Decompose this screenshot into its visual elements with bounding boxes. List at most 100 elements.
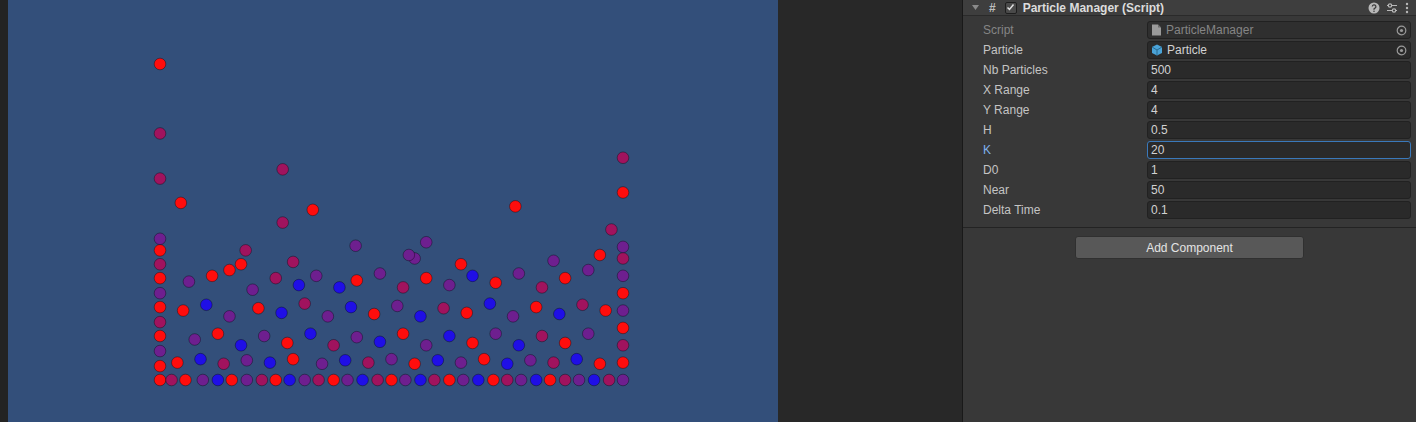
particle: [444, 330, 456, 342]
inspector: #Particle Manager (Script)ScriptParticle…: [963, 0, 1416, 422]
particle: [588, 374, 600, 386]
particle: [287, 256, 299, 268]
particle: [457, 374, 469, 386]
particle: [386, 374, 398, 386]
particle: [299, 298, 311, 310]
particle: [467, 337, 479, 349]
number-field[interactable]: 20: [1147, 141, 1411, 159]
field-value: 0.1: [1151, 202, 1407, 218]
particle: [374, 268, 386, 280]
particle: [241, 355, 253, 367]
add-component-row: Add Component: [963, 228, 1416, 259]
separator: [963, 227, 1416, 228]
particle: [603, 374, 615, 386]
particle: [253, 302, 265, 314]
particle: [559, 337, 571, 349]
number-field[interactable]: 4: [1147, 101, 1411, 119]
expand-triangle-icon[interactable]: [971, 3, 980, 12]
field-value: 0.5: [1151, 122, 1407, 138]
script-file-icon: [1151, 24, 1162, 36]
field-value: 4: [1151, 102, 1407, 118]
number-field[interactable]: 4: [1147, 81, 1411, 99]
particle: [515, 374, 527, 386]
particle: [573, 374, 585, 386]
particle: [154, 360, 166, 372]
number-field[interactable]: 50: [1147, 181, 1411, 199]
field-list: ScriptParticleManagerParticleParticleNb …: [963, 16, 1416, 220]
particle: [536, 330, 548, 342]
object-picker-icon[interactable]: [1396, 25, 1407, 36]
particle: [582, 264, 594, 276]
particle: [455, 258, 467, 270]
particle: [183, 276, 195, 288]
particle: [334, 282, 346, 294]
number-field[interactable]: 1: [1147, 161, 1411, 179]
particle: [195, 353, 207, 365]
particle: [397, 328, 409, 340]
particle: [507, 311, 519, 323]
particle-canvas: [8, 0, 778, 422]
particle: [530, 301, 542, 313]
particle: [270, 374, 282, 386]
particle: [617, 270, 629, 282]
field-value: 4: [1151, 82, 1407, 98]
particle: [316, 358, 328, 370]
number-field[interactable]: 0.5: [1147, 121, 1411, 139]
particle: [438, 302, 450, 314]
particle: [617, 287, 629, 299]
particle: [277, 217, 289, 229]
particle: [488, 374, 500, 386]
particle: [606, 224, 618, 236]
enabled-checkbox[interactable]: [1005, 2, 1017, 14]
particle: [444, 374, 456, 386]
particle: [391, 300, 403, 312]
particle: [224, 264, 236, 276]
game-view-edge: [0, 0, 8, 422]
particle: [154, 316, 166, 328]
inspector-row: Nb Particles500: [963, 60, 1416, 80]
particle: [409, 358, 421, 370]
field-label: K: [983, 141, 1147, 159]
particle: [256, 374, 268, 386]
particle: [276, 307, 288, 319]
particle: [154, 173, 166, 185]
particle: [510, 201, 522, 213]
field-label: D0: [983, 161, 1147, 179]
particle: [177, 305, 189, 317]
help-icon[interactable]: [1368, 2, 1380, 14]
add-component-button[interactable]: Add Component: [1075, 236, 1304, 259]
particle: [501, 374, 513, 386]
particle: [270, 272, 282, 284]
particle: [287, 353, 299, 365]
particle: [175, 197, 187, 209]
particle: [461, 307, 473, 319]
object-picker-icon[interactable]: [1396, 45, 1407, 56]
particle: [530, 374, 542, 386]
inspector-row: Delta Time0.1: [963, 200, 1416, 220]
inspector-row: Y Range4: [963, 100, 1416, 120]
more-menu-icon[interactable]: [1404, 2, 1410, 14]
particle: [525, 355, 537, 367]
particle: [368, 308, 380, 320]
field-value: 20: [1151, 142, 1407, 158]
component-header[interactable]: #Particle Manager (Script): [963, 0, 1416, 16]
particle: [617, 152, 629, 164]
particle: [467, 270, 479, 282]
component-title: Particle Manager (Script): [1023, 1, 1362, 15]
particle: [154, 58, 166, 70]
number-field[interactable]: 0.1: [1147, 201, 1411, 219]
prefab-cube-icon: [1151, 44, 1163, 56]
preset-icon[interactable]: [1386, 2, 1398, 14]
particle: [189, 334, 201, 346]
field-label: Y Range: [983, 101, 1147, 119]
field-label: Nb Particles: [983, 61, 1147, 79]
particle: [554, 308, 566, 320]
particle: [571, 353, 583, 365]
particle: [617, 374, 629, 386]
object-field[interactable]: Particle: [1147, 41, 1411, 59]
particle: [559, 272, 571, 284]
number-field[interactable]: 500: [1147, 61, 1411, 79]
particle: [277, 164, 289, 176]
field-label: Particle: [983, 41, 1147, 59]
particle: [617, 253, 629, 265]
